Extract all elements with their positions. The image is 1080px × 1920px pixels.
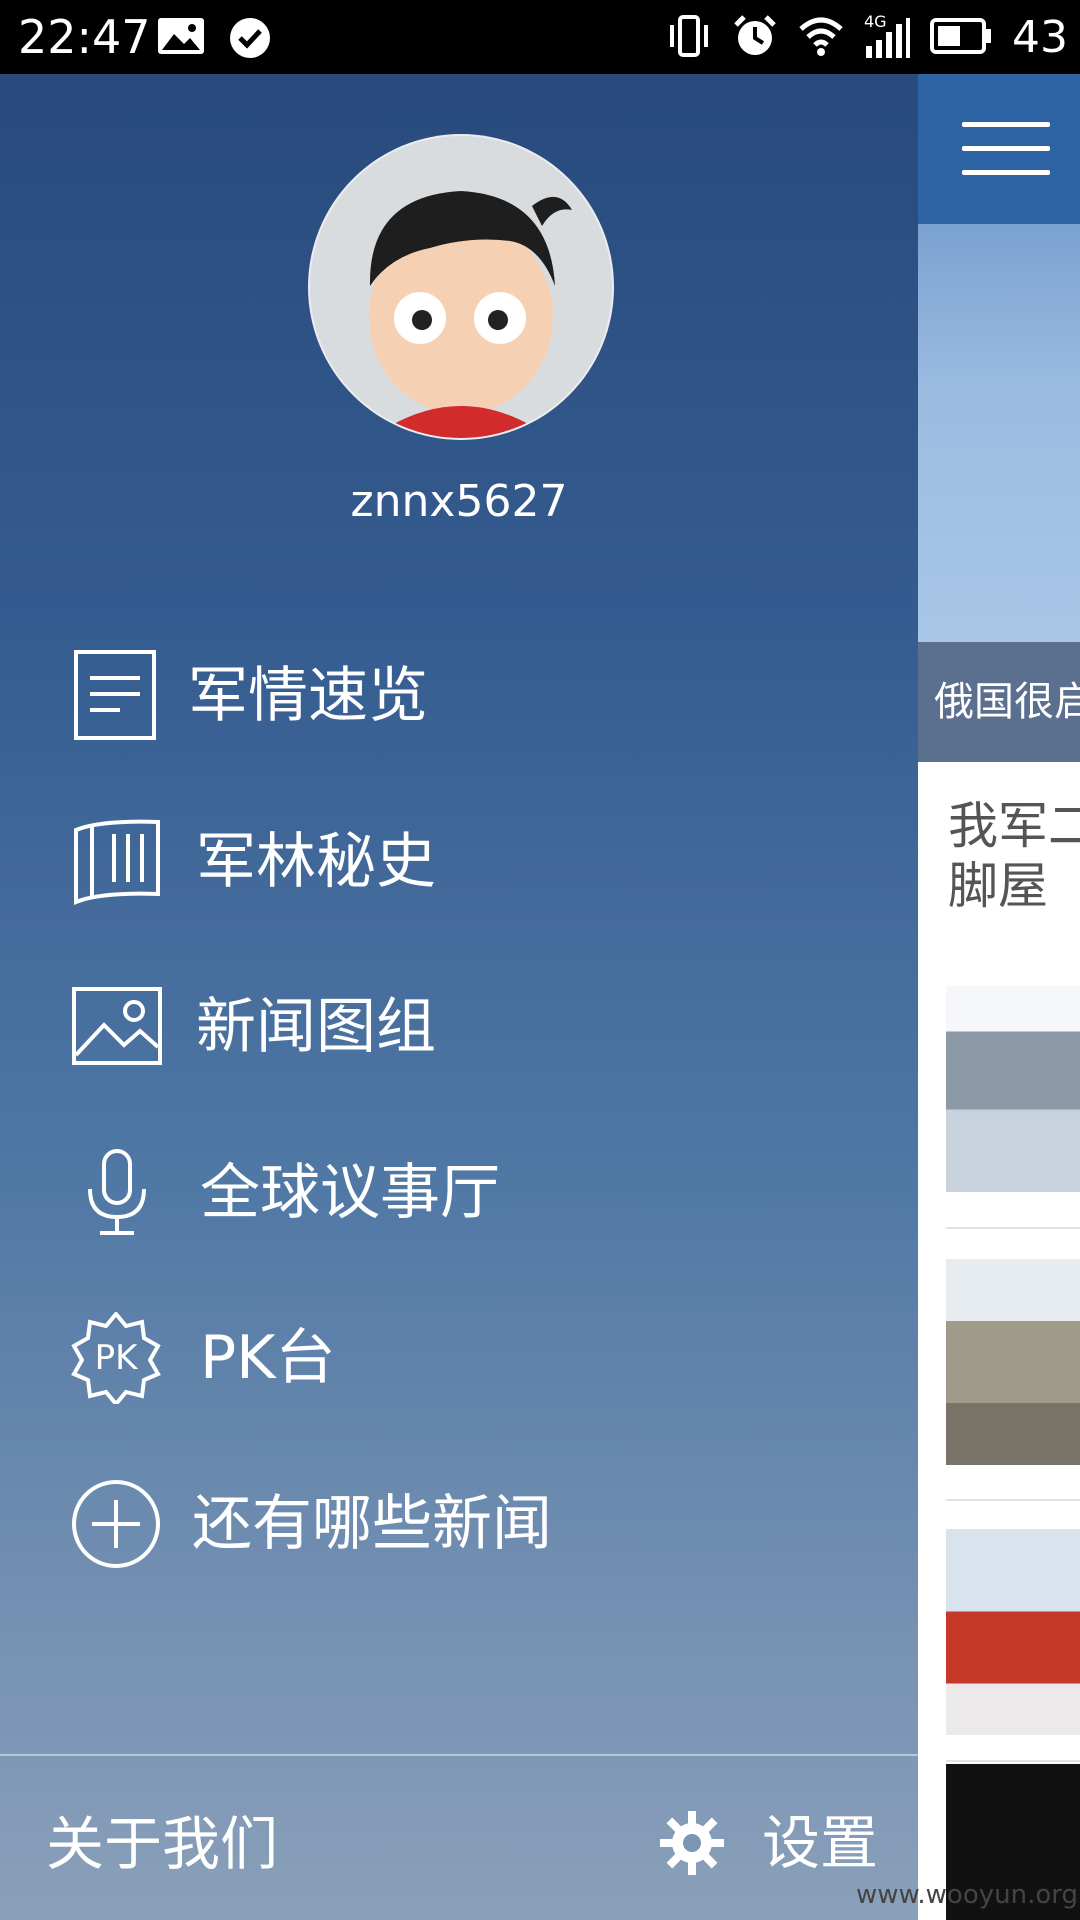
image-icon — [156, 16, 206, 64]
book-icon — [70, 816, 162, 908]
about-us-link[interactable]: 关于我们 — [46, 1808, 278, 1880]
menu-item-label: 新闻图组 — [196, 992, 436, 1062]
news-thumbnail[interactable] — [946, 986, 1080, 1192]
pk-badge-text: PK — [94, 1338, 138, 1378]
document-icon — [70, 650, 162, 742]
main-content: 俄国很启 我军二 脚屋 — [918, 74, 1080, 1920]
menu-item-photo-gallery[interactable]: 新闻图组 — [0, 967, 918, 1087]
menu-item-more-news[interactable]: 还有哪些新闻 — [0, 1464, 918, 1584]
menu-item-label: 还有哪些新闻 — [192, 1489, 552, 1559]
battery-icon — [930, 17, 992, 58]
menu-item-label: PK台 — [200, 1323, 336, 1393]
status-time: 22:47 — [18, 10, 151, 64]
news-headline[interactable]: 我军二 脚屋 — [948, 796, 1080, 916]
menu-item-label: 全球议事厅 — [200, 1158, 500, 1228]
gear-icon — [660, 1811, 724, 1875]
username[interactable]: znnx5627 — [0, 474, 918, 530]
list-divider — [946, 1227, 1080, 1229]
microphone-icon — [70, 1147, 162, 1239]
menu-item-global-forum[interactable]: 全球议事厅 — [0, 1133, 918, 1253]
banner-caption[interactable]: 俄国很启 — [918, 642, 1080, 762]
menu-item-history[interactable]: 军林秘史 — [0, 802, 918, 922]
menu-icon[interactable] — [962, 122, 1050, 178]
news-thumbnail[interactable] — [946, 1529, 1080, 1735]
menu-item-label: 军林秘史 — [196, 827, 436, 897]
status-bar: 22:47 4G 43 — [0, 0, 1080, 74]
list-divider — [946, 1499, 1080, 1501]
menu-item-pk[interactable]: PK PK台 — [0, 1298, 918, 1418]
list-divider — [946, 1760, 1080, 1762]
navigation-drawer: znnx5627 军情速览 军林秘史 新闻图组 全球议事厅 PK PK台 还有哪… — [0, 74, 918, 1920]
vibrate-icon — [666, 13, 712, 63]
pk-badge-icon: PK — [70, 1310, 162, 1408]
check-circle-icon — [228, 16, 272, 64]
watermark: www.wooyun.org — [855, 1880, 1078, 1910]
alarm-icon — [732, 13, 778, 63]
wifi-icon — [798, 15, 844, 61]
settings-label: 设置 — [762, 1809, 879, 1877]
add-circle-icon — [70, 1478, 162, 1570]
banner-image[interactable] — [918, 224, 1080, 642]
settings-button[interactable]: 设置 — [660, 1800, 878, 1886]
footer-divider — [0, 1754, 918, 1756]
app-bar — [918, 74, 1080, 224]
news-thumbnail[interactable] — [946, 1259, 1080, 1465]
battery-percentage: 43 — [1012, 12, 1068, 63]
signal-4g-icon: 4G — [864, 12, 910, 60]
menu-item-label: 军情速览 — [188, 661, 428, 731]
avatar[interactable] — [308, 134, 614, 440]
menu-item-news-overview[interactable]: 军情速览 — [0, 636, 918, 756]
image-icon — [70, 981, 162, 1073]
